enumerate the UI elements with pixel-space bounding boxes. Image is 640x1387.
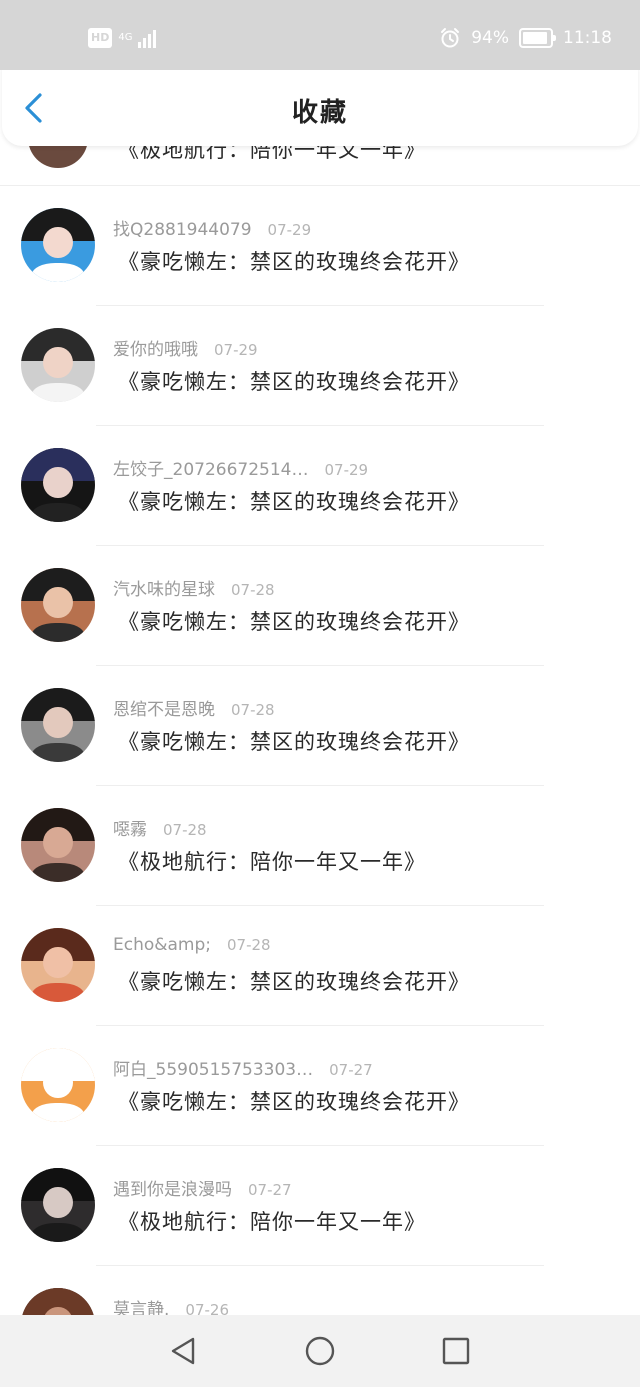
avatar[interactable] (21, 1168, 95, 1242)
list-item-meta: 爱你的哦哦 07-29 (113, 335, 258, 360)
hd-icon: HD (88, 28, 113, 48)
avatar-face (43, 346, 73, 378)
user-name[interactable]: 噁霧 (113, 820, 147, 840)
page-title: 收藏 (291, 98, 348, 128)
avatar-body (32, 382, 84, 402)
list-item-message: 《豪吃懒左：禁区的玫瑰终会花开》 (118, 370, 470, 394)
avatar-body (32, 262, 84, 282)
user-name[interactable]: 汽水味的星球 (113, 580, 215, 600)
app-screen: HD 4G 94% 11:18 《极地航行：陪你一年又一年》 找Q2881944… (0, 0, 640, 1387)
list-item[interactable]: 找Q2881944079 07-29 《豪吃懒左：禁区的玫瑰终会花开》 (0, 186, 640, 306)
network-type: 4G (118, 33, 132, 43)
home-circle-icon[interactable] (303, 1334, 337, 1368)
list-item[interactable]: 恩绾不是恩晚 07-28 《豪吃懒左：禁区的玫瑰终会花开》 (0, 666, 640, 786)
list-item-message: 《极地航行：陪你一年又一年》 (118, 850, 426, 874)
clock: 11:18 (563, 28, 612, 48)
list-item-message: 《豪吃懒左：禁区的玫瑰终会花开》 (118, 730, 470, 754)
system-nav-bar (0, 1315, 640, 1387)
avatar-face (43, 946, 73, 978)
list-item[interactable]: 左饺子_20726672514… 07-29 《豪吃懒左：禁区的玫瑰终会花开》 (0, 426, 640, 546)
list-item[interactable]: 汽水味的星球 07-28 《豪吃懒左：禁区的玫瑰终会花开》 (0, 546, 640, 666)
battery-percent: 94% (471, 28, 509, 48)
post-date: 07-28 (227, 936, 271, 954)
list-item-message: 《豪吃懒左：禁区的玫瑰终会花开》 (118, 250, 470, 274)
avatar-face (43, 826, 73, 858)
avatar[interactable] (21, 328, 95, 402)
alarm-icon (441, 28, 460, 48)
avatar[interactable] (21, 928, 95, 1002)
avatar-body (32, 1222, 84, 1242)
avatar-face (43, 1066, 73, 1098)
post-date: 07-29 (324, 461, 369, 479)
recents-square-icon[interactable] (439, 1334, 473, 1368)
battery-fill (523, 32, 548, 44)
status-left: HD 4G (88, 28, 157, 48)
list-item-message: 《极地航行：陪你一年又一年》 (118, 1210, 426, 1234)
avatar-face (43, 226, 73, 258)
avatar[interactable] (21, 688, 95, 762)
avatar[interactable] (21, 208, 95, 282)
status-right: 94% 11:18 (439, 27, 612, 49)
avatar-face (43, 706, 73, 738)
avatar-body (32, 742, 84, 762)
user-name[interactable]: 恩绾不是恩晚 (113, 700, 215, 720)
avatar-face (43, 1186, 73, 1218)
network-label: 4G (118, 32, 133, 43)
avatar[interactable] (21, 568, 95, 642)
list-item-meta: Echo&amp; 07-28 (113, 935, 271, 955)
battery-icon (519, 28, 556, 48)
list-item-message: 《豪吃懒左：禁区的玫瑰终会花开》 (118, 1090, 470, 1114)
post-date: 07-27 (329, 1061, 373, 1079)
list-item-meta: 遇到你是浪漫吗 07-27 (113, 1175, 292, 1200)
user-name[interactable]: 爱你的哦哦 (113, 340, 198, 360)
avatar-face (43, 586, 73, 618)
avatar[interactable] (21, 448, 95, 522)
list-item-meta: 汽水味的星球 07-28 (113, 575, 275, 600)
post-date: 07-28 (231, 701, 275, 719)
user-name[interactable]: 找Q2881944079 (113, 220, 252, 240)
avatar-face (43, 466, 73, 498)
list-item-message: 《豪吃懒左：禁区的玫瑰终会花开》 (118, 970, 470, 994)
avatar-body (32, 1102, 84, 1122)
user-name[interactable]: 阿白_5590515753303… (113, 1060, 313, 1080)
post-date: 07-27 (248, 1181, 292, 1199)
list-item-meta: 噁霧 07-28 (113, 815, 207, 840)
list-item-meta: 阿白_5590515753303… 07-27 (113, 1055, 373, 1080)
list-item[interactable]: 噁霧 07-28 《极地航行：陪你一年又一年》 (0, 786, 640, 906)
status-bar: HD 4G 94% 11:18 (0, 0, 640, 70)
avatar-body (32, 982, 84, 1002)
list-item-meta: 左饺子_20726672514… 07-29 (113, 455, 368, 480)
avatar[interactable] (21, 1048, 95, 1122)
list-item-message: 《豪吃懒左：禁区的玫瑰终会花开》 (118, 490, 470, 514)
list-item-meta: 恩绾不是恩晚 07-28 (113, 695, 275, 720)
list-item[interactable]: Echo&amp; 07-28 《豪吃懒左：禁区的玫瑰终会花开》 (0, 906, 640, 1026)
list-item[interactable]: 爱你的哦哦 07-29 《豪吃懒左：禁区的玫瑰终会花开》 (0, 306, 640, 426)
list-item[interactable]: 阿白_5590515753303… 07-27 《豪吃懒左：禁区的玫瑰终会花开》 (0, 1026, 640, 1146)
signal-icon (138, 28, 157, 48)
header: 收藏 (2, 66, 638, 146)
post-date: 07-28 (163, 821, 207, 839)
list-item-meta: 找Q2881944079 07-29 (113, 215, 311, 240)
post-date: 07-29 (267, 221, 312, 239)
avatar[interactable] (21, 808, 95, 882)
user-name[interactable]: Echo&amp; (113, 935, 211, 955)
post-date: 07-28 (231, 581, 275, 599)
favorites-list[interactable]: 《极地航行：陪你一年又一年》 找Q2881944079 07-29 《豪吃懒左：禁区… (0, 66, 640, 1386)
avatar-body (32, 862, 84, 882)
back-triangle-icon[interactable] (166, 1334, 200, 1368)
list-item-message: 《豪吃懒左：禁区的玫瑰终会花开》 (118, 610, 470, 634)
user-name[interactable]: 左饺子_20726672514… (113, 460, 308, 480)
user-name[interactable]: 遇到你是浪漫吗 (113, 1180, 232, 1200)
list-item[interactable]: 遇到你是浪漫吗 07-27 《极地航行：陪你一年又一年》 (0, 1146, 640, 1266)
post-date: 07-29 (214, 341, 258, 359)
avatar-body (32, 502, 84, 522)
avatar-body (32, 622, 84, 642)
